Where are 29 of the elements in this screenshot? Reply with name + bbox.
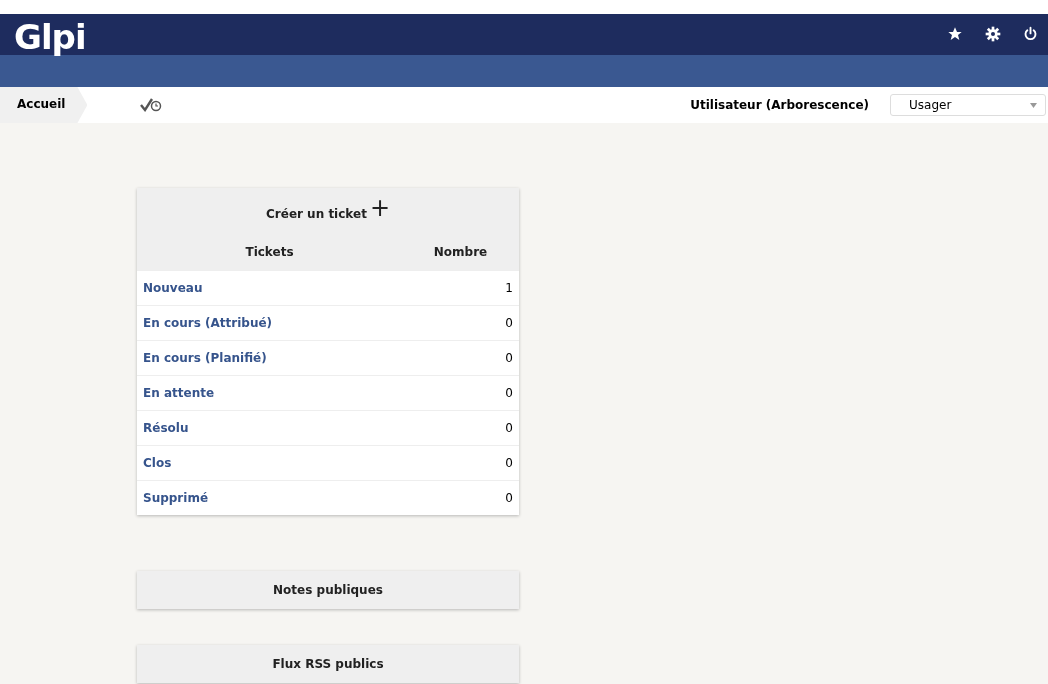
ticket-count: 0 [505, 386, 513, 400]
panel-header[interactable]: Notes publiques [137, 571, 519, 609]
status-link[interactable]: En cours (Attribué) [143, 316, 273, 330]
status-link[interactable]: En attente [143, 386, 215, 400]
ticket-count: 0 [505, 491, 513, 505]
ticket-count: 0 [505, 456, 513, 470]
status-link[interactable]: Clos [143, 456, 172, 470]
panel-header[interactable]: Flux RSS publics [137, 645, 519, 683]
status-link[interactable]: Nouveau [143, 281, 203, 295]
power-icon[interactable] [1023, 26, 1038, 42]
status-link[interactable]: Résolu [143, 421, 189, 435]
column-header: Nombre [432, 245, 489, 259]
ticket-count: 0 [505, 421, 513, 435]
settings-icon[interactable] [985, 26, 1001, 42]
plus-icon[interactable]: + [369, 196, 390, 220]
star-icon[interactable] [947, 26, 963, 42]
ticket-count: 0 [505, 316, 513, 330]
status-link[interactable]: Supprimé [143, 491, 209, 505]
create-ticket-link[interactable]: Créer un ticket [266, 201, 367, 221]
ticket-count: 0 [505, 351, 513, 365]
status-link[interactable]: En cours (Planifié) [143, 351, 267, 365]
logo[interactable]: Glpi [14, 20, 86, 54]
profile-dropdown[interactable]: Usager [890, 94, 1046, 116]
home-breadcrumb[interactable]: Accueil [0, 87, 88, 123]
column-header: Tickets [244, 245, 295, 259]
profile-label: Utilisateur (Arborescence) [690, 98, 869, 112]
ticket-count: 1 [505, 281, 513, 295]
dropdown-arrow-icon [1030, 102, 1037, 108]
check-clock-icon[interactable] [140, 98, 163, 112]
